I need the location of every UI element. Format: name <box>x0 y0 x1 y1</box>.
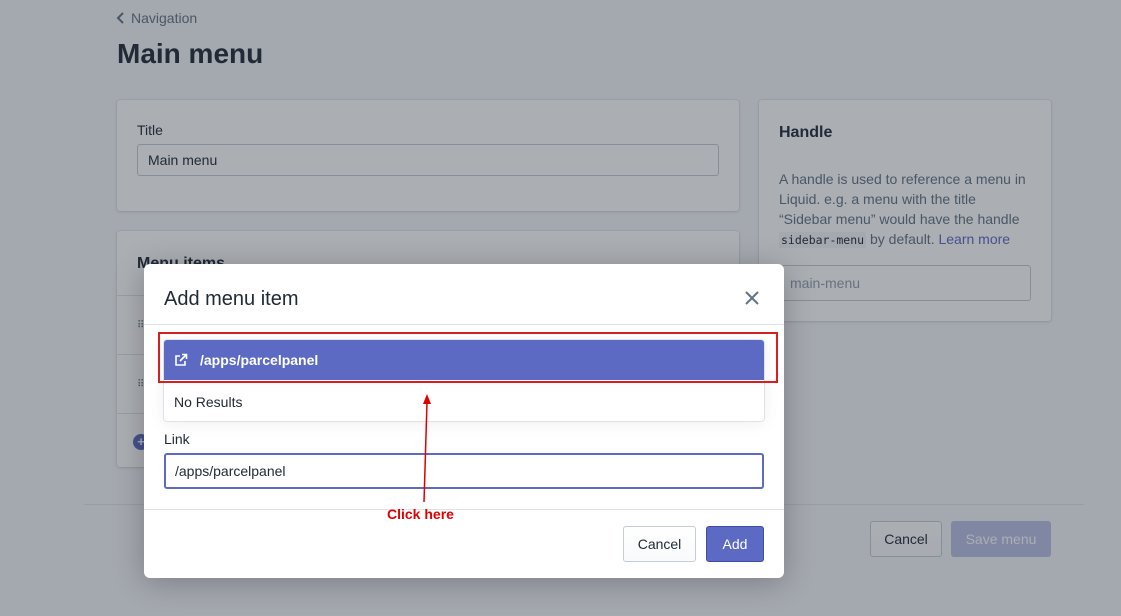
link-input[interactable]: /apps/parcelpanel <box>164 453 764 489</box>
modal-cancel-button[interactable]: Cancel <box>623 526 696 562</box>
close-icon[interactable] <box>744 290 760 306</box>
add-menu-item-modal: Add menu item /apps/parcelpanel No Resul… <box>144 264 784 578</box>
modal-header-divider <box>144 324 784 325</box>
annotation-label: Click here <box>387 506 454 522</box>
annotation-highlight-box <box>158 332 778 383</box>
modal-title: Add menu item <box>164 288 299 310</box>
link-label: Link <box>164 431 190 447</box>
modal-add-button[interactable]: Add <box>706 526 764 562</box>
modal-footer-divider <box>144 509 784 510</box>
no-results-text: No Results <box>174 394 243 410</box>
